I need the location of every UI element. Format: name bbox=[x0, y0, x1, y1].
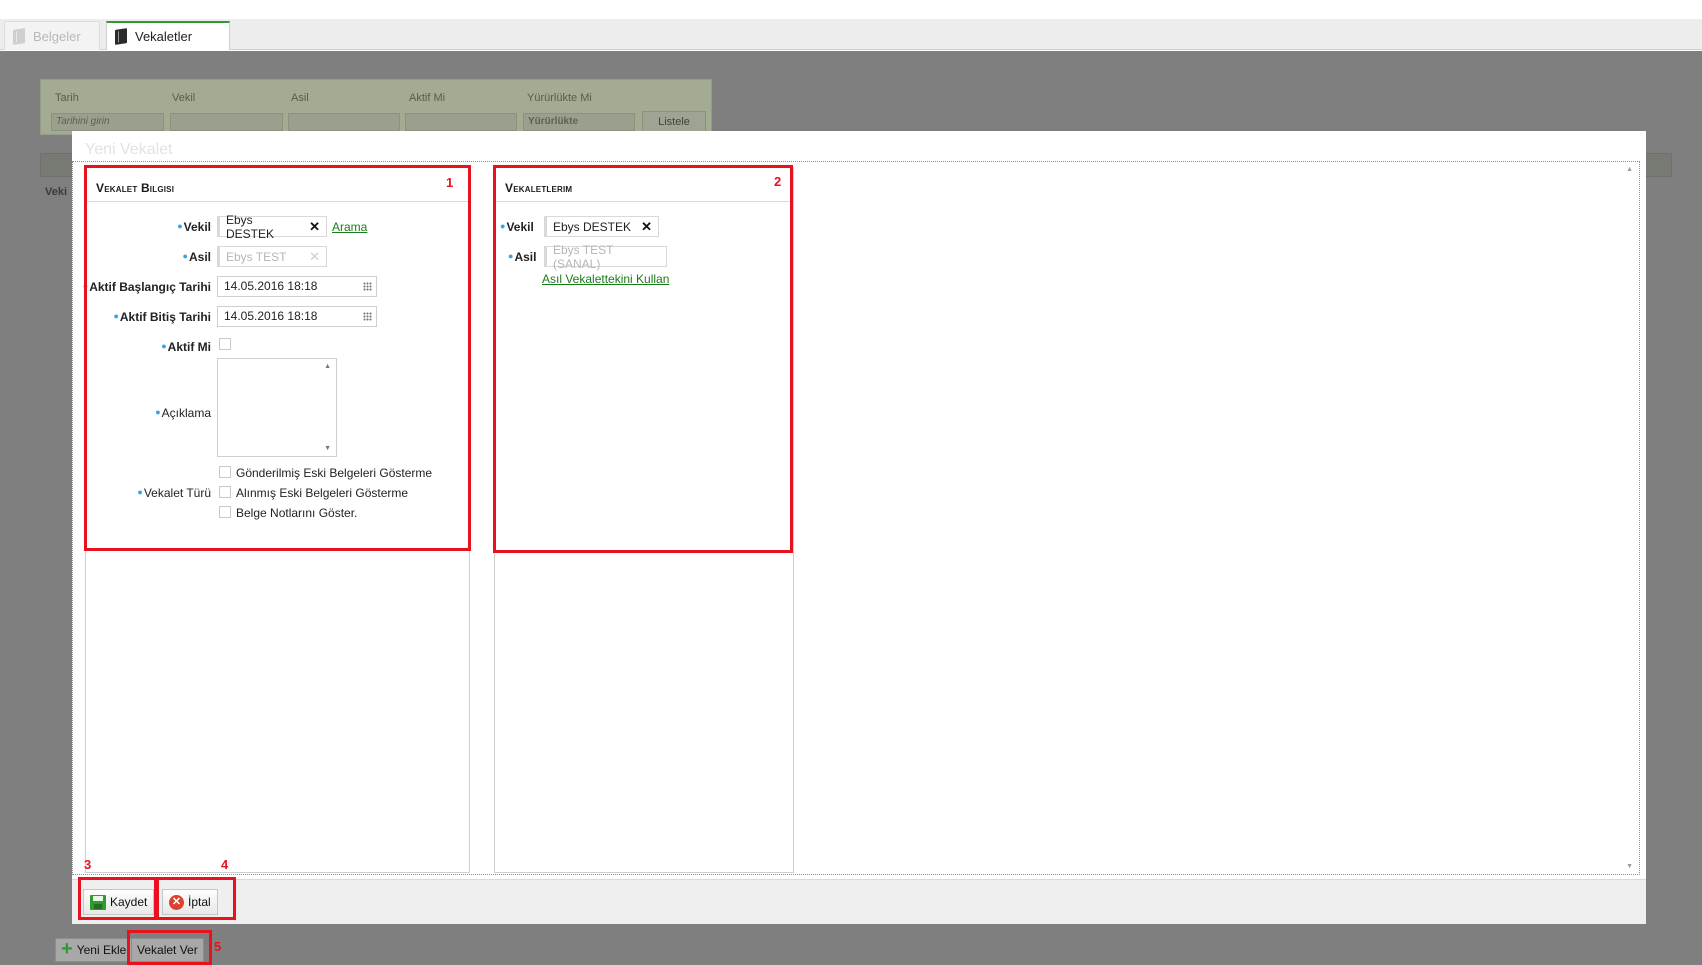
button-label: Yeni Ekle bbox=[76, 943, 127, 957]
tab-vekaletler[interactable]: Vekaletler bbox=[106, 21, 230, 50]
filter-asil-label: Asil bbox=[291, 92, 309, 104]
annotation-number: 5 bbox=[214, 939, 222, 954]
filter-vekil-label: Vekil bbox=[172, 92, 196, 104]
yeni-ekle-button[interactable]: + Yeni Ekle bbox=[55, 938, 133, 962]
scroll-down-icon[interactable]: ▼ bbox=[1626, 863, 1633, 870]
dialog-footer: Kaydet ✕ İptal bbox=[72, 879, 1646, 924]
annotation-box-3 bbox=[78, 877, 157, 920]
annotation-box-1 bbox=[84, 165, 471, 551]
plus-icon: + bbox=[61, 938, 73, 960]
filter-aktif-select[interactable] bbox=[405, 113, 517, 131]
filter-yururlukte-select[interactable]: Yürürlükte bbox=[523, 113, 635, 131]
annotation-box-5 bbox=[127, 930, 212, 965]
tab-belgeler[interactable]: Belgeler bbox=[4, 21, 100, 50]
filter-aktif-label: Aktif Mi bbox=[409, 92, 446, 104]
annotation-box-4 bbox=[156, 877, 236, 920]
annotation-box-2 bbox=[493, 165, 793, 553]
filter-asil-input[interactable] bbox=[288, 113, 400, 131]
listele-button[interactable]: Listele bbox=[642, 111, 706, 133]
dialog-title: Yeni Vekalet bbox=[85, 141, 173, 158]
tab-label: Vekaletler bbox=[135, 29, 193, 44]
filter-yururlukte-label: Yürürlükte Mi bbox=[527, 92, 592, 104]
top-blank bbox=[0, 0, 1702, 19]
annotation-number: 4 bbox=[221, 857, 229, 872]
annotation-number: 3 bbox=[84, 857, 92, 872]
tab-label: Belgeler bbox=[33, 28, 81, 44]
book-icon bbox=[115, 28, 127, 45]
book-icon bbox=[13, 27, 25, 45]
annotation-number: 2 bbox=[774, 174, 782, 189]
scroll-up-icon[interactable]: ▲ bbox=[1626, 166, 1633, 173]
filter-vekil-input[interactable] bbox=[170, 113, 283, 131]
annotation-number: 1 bbox=[446, 175, 454, 190]
grid-column-vekil: Veki bbox=[45, 186, 68, 198]
tab-bar: Belgeler Vekaletler bbox=[0, 19, 1702, 50]
filter-tarih-input[interactable]: Tarihini girin bbox=[51, 113, 164, 131]
filter-tarih-label: Tarih bbox=[55, 92, 79, 104]
